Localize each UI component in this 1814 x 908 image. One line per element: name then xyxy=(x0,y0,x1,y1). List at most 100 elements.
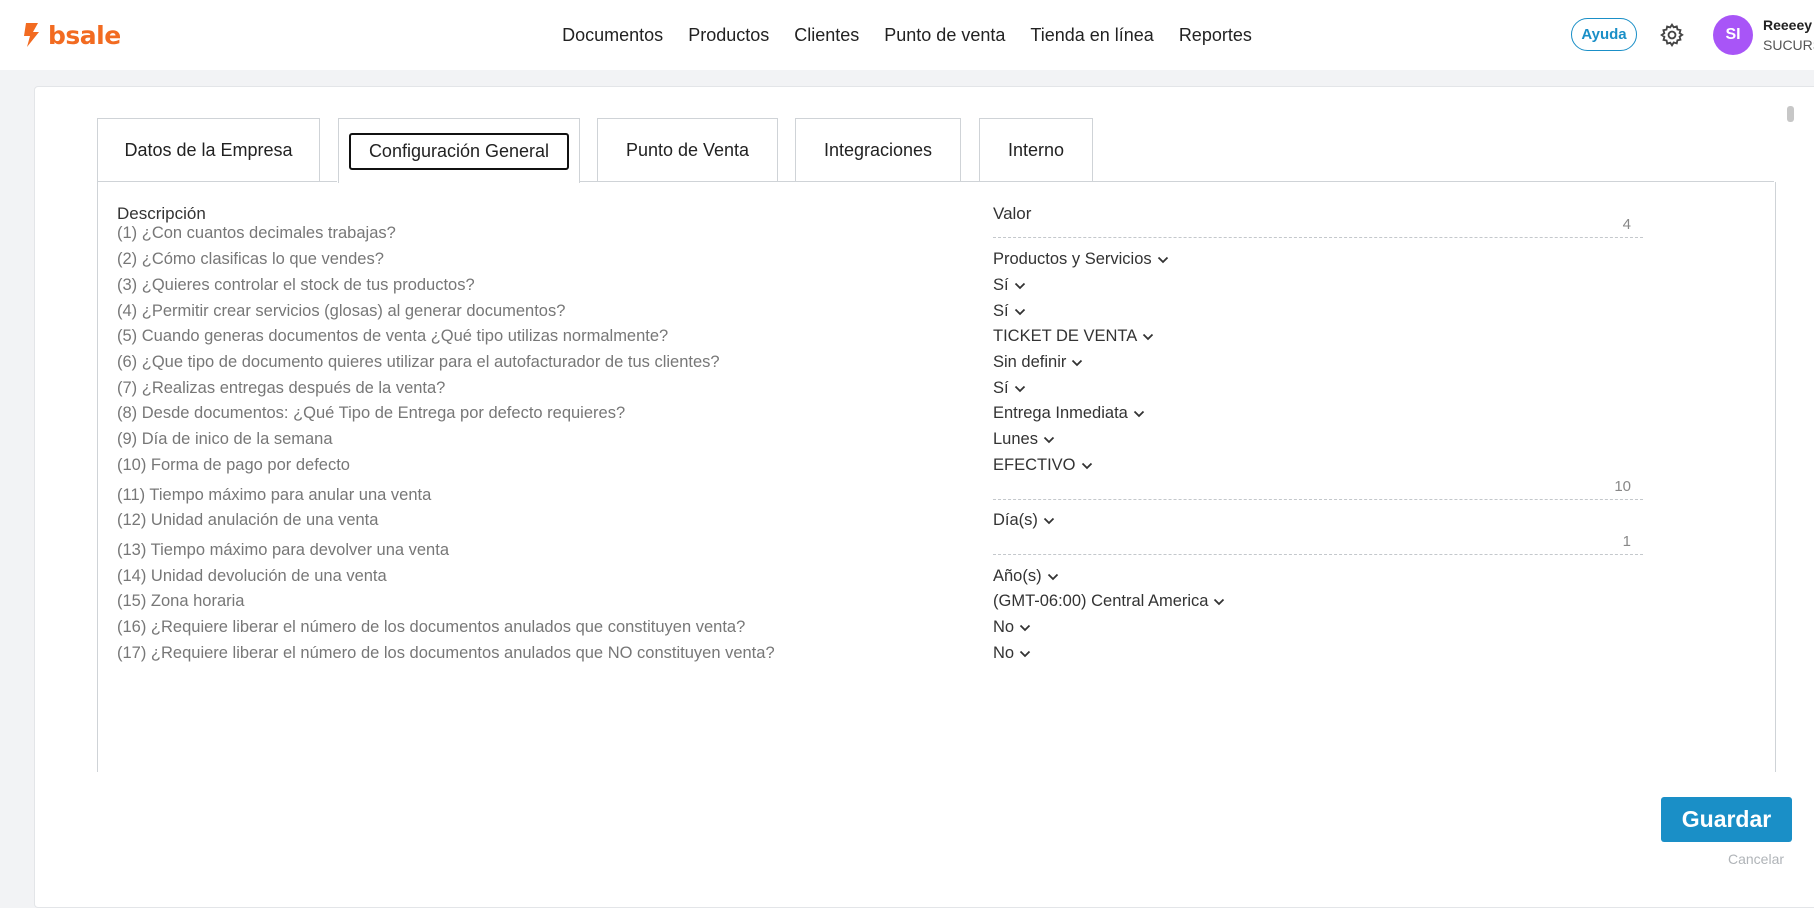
setting-description: (13) Tiempo máximo para devolver una ven… xyxy=(117,541,449,559)
nav-item-documentos[interactable]: Documentos xyxy=(562,22,663,48)
setting-select[interactable]: No xyxy=(993,644,1031,663)
chevron-down-icon xyxy=(1143,333,1154,340)
setting-select[interactable]: No xyxy=(993,618,1031,637)
tab-interno[interactable]: Interno xyxy=(979,118,1093,182)
nav-item-punto-de-venta[interactable]: Punto de venta xyxy=(884,22,1005,48)
tab-label: Datos de la Empresa xyxy=(124,140,293,160)
settings-row: (13) Tiempo máximo para devolver una ven… xyxy=(98,533,1775,567)
setting-description: (4) ¿Permitir crear servicios (glosas) a… xyxy=(117,302,566,320)
setting-description: (2) ¿Cómo clasificas lo que vendes? xyxy=(117,250,384,268)
setting-select-value: Sí xyxy=(993,379,1009,397)
tab-label: Configuración General xyxy=(348,132,570,170)
setting-select-value: No xyxy=(993,644,1015,662)
cancel-link[interactable]: Cancelar xyxy=(1728,851,1784,867)
setting-description: (12) Unidad anulación de una venta xyxy=(117,511,379,529)
settings-row: (1) ¿Con cuantos decimales trabajas? 4 xyxy=(98,216,1775,250)
settings-row: (2) ¿Cómo clasificas lo que vendes? Produ… xyxy=(98,250,1775,276)
chevron-down-icon xyxy=(1043,436,1055,443)
scrollbar-thumb[interactable] xyxy=(1787,106,1794,122)
help-button[interactable]: Ayuda xyxy=(1571,18,1637,51)
setting-select-value: Sí xyxy=(993,276,1009,294)
tab-datos-empresa[interactable]: Datos de la Empresa xyxy=(97,118,320,182)
setting-select-value: Productos y Servicios xyxy=(993,250,1152,268)
setting-description: (3) ¿Quieres controlar el stock de tus p… xyxy=(117,276,475,294)
chevron-down-icon xyxy=(1047,573,1058,580)
nav-item-tienda-en-linea[interactable]: Tienda en línea xyxy=(1030,22,1153,48)
save-button[interactable]: Guardar xyxy=(1661,797,1792,842)
setting-description: (1) ¿Con cuantos decimales trabajas? xyxy=(117,224,396,242)
chevron-down-icon xyxy=(1014,385,1025,392)
setting-number-input[interactable]: 1 xyxy=(993,531,1643,555)
user-name: Reeeey xyxy=(1763,17,1813,33)
setting-select[interactable]: Sí xyxy=(993,276,1026,295)
setting-select-value: Sí xyxy=(993,302,1009,320)
scrollbar[interactable] xyxy=(1785,104,1795,804)
settings-row: (6) ¿Que tipo de documento quieres utili… xyxy=(98,353,1775,379)
avatar[interactable]: SI xyxy=(1713,15,1753,55)
settings-row: (8) Desde documentos: ¿Qué Tipo de Entre… xyxy=(98,404,1775,430)
nav-item-productos[interactable]: Productos xyxy=(688,22,769,48)
chevron-down-icon xyxy=(1014,308,1025,315)
nav-item-clientes[interactable]: Clientes xyxy=(794,22,859,48)
brand-logo[interactable]: bsale xyxy=(22,20,121,50)
setting-description: (14) Unidad devolución de una venta xyxy=(117,567,387,585)
setting-description: (7) ¿Realizas entregas después de la ven… xyxy=(117,379,446,397)
chevron-down-icon xyxy=(1014,282,1025,289)
setting-description: (6) ¿Que tipo de documento quieres utili… xyxy=(117,353,720,371)
setting-select[interactable]: Sin definir xyxy=(993,353,1083,372)
main-nav: Documentos Productos Clientes Punto de v… xyxy=(0,22,1814,48)
settings-row: (3) ¿Quieres controlar el stock de tus p… xyxy=(98,276,1775,302)
chevron-down-icon xyxy=(1214,598,1225,605)
settings-table: Descripción Valor (1) ¿Con cuantos decim… xyxy=(97,182,1776,772)
setting-select[interactable]: Productos y Servicios xyxy=(993,250,1169,269)
setting-select-value: No xyxy=(993,618,1015,636)
setting-select[interactable]: TICKET DE VENTA xyxy=(993,327,1154,346)
settings-row: (14) Unidad devolución de una venta Año(s… xyxy=(98,567,1775,593)
setting-select-value: TICKET DE VENTA xyxy=(993,327,1138,345)
settings-row: (17) ¿Requiere liberar el número de los … xyxy=(98,644,1775,670)
settings-row: (5) Cuando generas documentos de venta ¿… xyxy=(98,327,1775,353)
setting-number-input[interactable]: 10 xyxy=(993,476,1643,500)
setting-description: (10) Forma de pago por defecto xyxy=(117,456,350,474)
user-branch: SUCURS xyxy=(1763,37,1814,53)
setting-select-value: Año(s) xyxy=(993,567,1042,585)
setting-select-value: (GMT-06:00) Central America xyxy=(993,592,1209,610)
setting-select-value: Sin definir xyxy=(993,353,1067,371)
chevron-down-icon xyxy=(1157,256,1168,263)
tab-label: Punto de Venta xyxy=(625,140,750,160)
settings-row: (16) ¿Requiere liberar el número de los … xyxy=(98,618,1775,644)
setting-description: (17) ¿Requiere liberar el número de los … xyxy=(117,644,775,662)
top-bar: bsale Documentos Productos Clientes Punt… xyxy=(0,0,1814,70)
chevron-down-icon xyxy=(1133,410,1144,417)
settings-row: (11) Tiempo máximo para anular una venta… xyxy=(98,478,1775,512)
setting-number-input[interactable]: 4 xyxy=(993,214,1643,238)
settings-row: (7) ¿Realizas entregas después de la ven… xyxy=(98,379,1775,405)
setting-select[interactable]: Año(s) xyxy=(993,567,1059,586)
setting-select[interactable]: Día(s) xyxy=(993,511,1055,530)
tab-integraciones[interactable]: Integraciones xyxy=(795,118,961,182)
column-header-description: Descripción xyxy=(117,204,206,223)
nav-item-reportes[interactable]: Reportes xyxy=(1179,22,1252,48)
setting-select-value: Lunes xyxy=(993,430,1038,448)
setting-select[interactable]: EFECTIVO xyxy=(993,456,1093,475)
setting-description: (16) ¿Requiere liberar el número de los … xyxy=(117,618,746,636)
setting-select[interactable]: Lunes xyxy=(993,430,1055,449)
setting-select-value: EFECTIVO xyxy=(993,456,1076,474)
setting-select[interactable]: Sí xyxy=(993,379,1026,398)
setting-description: (11) Tiempo máximo para anular una venta xyxy=(117,486,432,504)
setting-select[interactable]: (GMT-06:00) Central America xyxy=(993,592,1225,611)
tab-punto-de-venta[interactable]: Punto de Venta xyxy=(597,118,778,182)
setting-description: (8) Desde documentos: ¿Qué Tipo de Entre… xyxy=(117,404,626,422)
chevron-down-icon xyxy=(1019,624,1031,631)
setting-select[interactable]: Sí xyxy=(993,302,1026,321)
logo-text: bsale xyxy=(48,20,121,50)
setting-select[interactable]: Entrega Inmediata xyxy=(993,404,1145,423)
gear-icon[interactable] xyxy=(1659,22,1685,48)
chevron-down-icon xyxy=(1043,517,1055,524)
setting-select-value: Entrega Inmediata xyxy=(993,404,1128,422)
setting-description: (5) Cuando generas documentos de venta ¿… xyxy=(117,327,669,345)
chevron-down-icon xyxy=(1081,462,1092,469)
tab-configuracion-general[interactable]: Configuración General xyxy=(338,118,580,183)
chevron-down-icon xyxy=(1019,650,1031,657)
settings-row: (9) Día de inico de la semana Lunes xyxy=(98,430,1775,456)
